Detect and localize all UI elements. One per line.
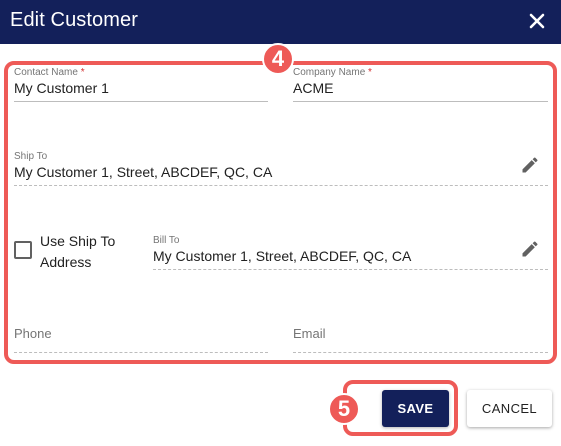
company-name-underline	[293, 101, 548, 102]
ship-to-label: Ship To	[14, 151, 48, 162]
ship-to-value: My Customer 1, Street, ABCDEF, QC, CA	[14, 164, 273, 180]
contact-name-label: Contact Name *	[14, 67, 85, 78]
contact-name-value[interactable]: My Customer 1	[14, 80, 109, 96]
email-placeholder: Email	[293, 326, 326, 341]
bill-to-underline	[153, 269, 548, 270]
ship-to-underline	[14, 185, 548, 186]
contact-name-underline	[14, 101, 268, 102]
bill-to-field[interactable]: Bill To My Customer 1, Street, ABCDEF, Q…	[153, 235, 548, 270]
dialog-title: Edit Customer	[10, 9, 139, 31]
save-button[interactable]: SAVE	[382, 390, 449, 427]
use-ship-to-label[interactable]: Use Ship To Address	[40, 231, 130, 273]
email-input[interactable]: Email	[293, 318, 548, 353]
pencil-icon[interactable]	[520, 155, 540, 175]
phone-underline	[14, 352, 268, 353]
use-ship-to-checkbox[interactable]	[14, 241, 32, 259]
bill-to-label: Bill To	[153, 235, 180, 246]
company-name-label: Company Name *	[293, 67, 372, 78]
ship-to-field[interactable]: Ship To My Customer 1, Street, ABCDEF, Q…	[14, 151, 548, 186]
company-name-value[interactable]: ACME	[293, 80, 333, 96]
contact-name-field[interactable]: Contact Name * My Customer 1	[14, 67, 268, 102]
dialog-header: Edit Customer	[0, 0, 561, 44]
pencil-icon[interactable]	[520, 239, 540, 259]
step-badge-save: 5	[328, 393, 360, 425]
bill-to-value: My Customer 1, Street, ABCDEF, QC, CA	[153, 248, 412, 264]
phone-placeholder: Phone	[14, 326, 52, 341]
phone-input[interactable]: Phone	[14, 318, 268, 353]
company-name-field[interactable]: Company Name * ACME	[293, 67, 548, 102]
email-underline	[293, 352, 548, 353]
close-icon[interactable]	[527, 11, 547, 31]
cancel-button[interactable]: CANCEL	[467, 390, 552, 427]
